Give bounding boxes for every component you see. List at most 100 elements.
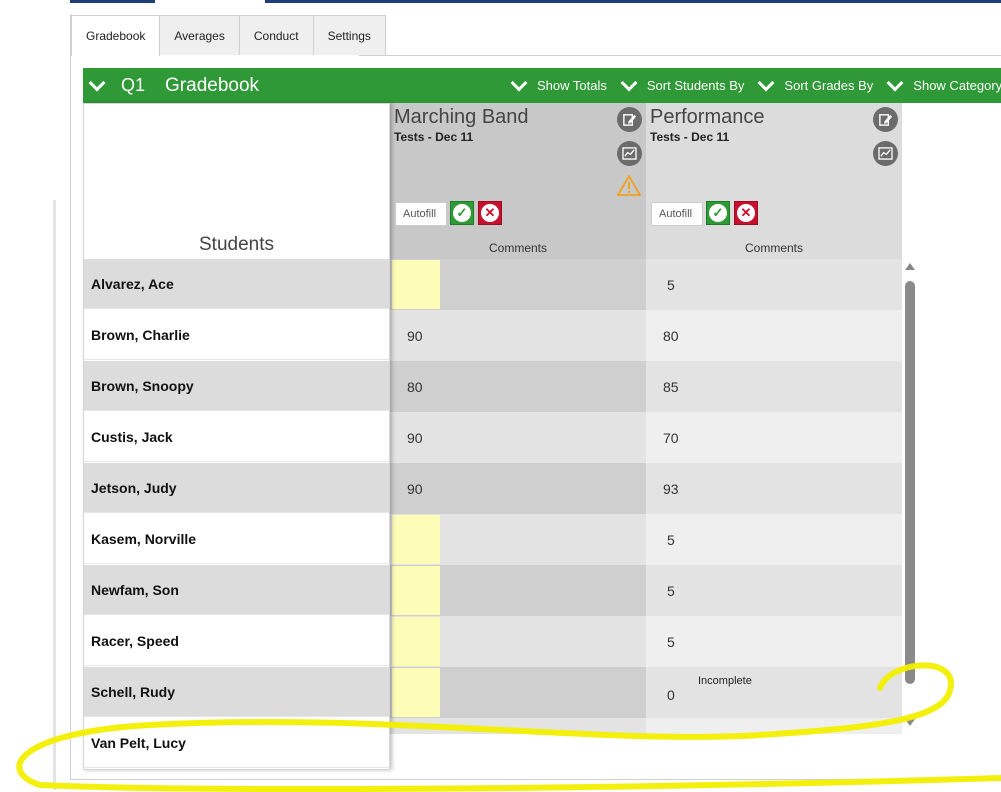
grade-row: 5: [646, 565, 902, 616]
student-row[interactable]: Brown, Snoopy: [84, 361, 389, 411]
comments-header: Comments: [744, 241, 803, 255]
panel-border-left: [70, 14, 71, 780]
students-column: Students Alvarez, Ace Brown, Charlie Bro…: [83, 103, 390, 770]
grade-cell[interactable]: 85: [663, 379, 679, 395]
assignment-subtitle: Tests - Dec 11: [394, 130, 474, 144]
tab-averages[interactable]: Averages: [159, 15, 240, 55]
empty-grade-cell[interactable]: [392, 260, 440, 309]
student-row[interactable]: Brown, Charlie: [84, 310, 389, 360]
grade-cell[interactable]: 93: [663, 481, 679, 497]
sort-grades-button[interactable]: Sort Grades By: [757, 74, 874, 93]
student-row[interactable]: Racer, Speed: [84, 616, 389, 666]
empty-grade-cell[interactable]: [392, 668, 440, 717]
assignment-column-performance: Performance Tests - Dec 11 Autofill ✓ ✕ …: [646, 103, 902, 734]
grade-cell[interactable]: 5: [667, 277, 675, 293]
empty-grade-cell[interactable]: [392, 515, 440, 564]
grade-cell[interactable]: 70: [663, 430, 679, 446]
student-row[interactable]: Van Pelt, Lucy: [84, 718, 389, 768]
student-row[interactable]: Custis, Jack: [84, 412, 389, 462]
students-header: Students: [84, 104, 389, 259]
close-icon: ✕: [481, 204, 499, 222]
grade-row-partial: [390, 718, 646, 734]
warning-icon[interactable]: [617, 174, 641, 196]
grade-cell[interactable]: 80: [407, 379, 423, 395]
grade-row: 70: [646, 412, 902, 463]
chart-icon[interactable]: [873, 141, 898, 166]
tab-gradebook[interactable]: Gradebook: [71, 15, 161, 56]
grade-row: [390, 667, 646, 718]
edit-assignment-icon[interactable]: [873, 107, 898, 132]
grade-row: 5: [646, 259, 902, 310]
scroll-down-arrow-icon[interactable]: [905, 719, 915, 726]
student-row[interactable]: Alvarez, Ace: [84, 259, 389, 309]
students-header-label[interactable]: Students: [84, 234, 389, 256]
grades-scrollbar[interactable]: [902, 259, 918, 731]
collapse-chevron-icon[interactable]: [88, 74, 106, 91]
grade-row: 80: [646, 310, 902, 361]
show-category-button[interactable]: Show Category: [886, 74, 1001, 93]
assignment-column-marching-band: Marching Band Tests - Dec 11 Autofill ✓ …: [390, 103, 646, 734]
autofill-input[interactable]: Autofill: [651, 202, 703, 226]
assignment-title[interactable]: Marching Band: [394, 106, 529, 129]
student-row[interactable]: Schell, Rudy: [84, 667, 389, 717]
chart-icon[interactable]: [617, 141, 642, 166]
top-tab-highlight: [155, 0, 265, 3]
grade-cell[interactable]: 90: [407, 430, 423, 446]
tab-settings[interactable]: Settings: [312, 15, 386, 55]
empty-grade-cell[interactable]: [392, 617, 440, 666]
panel-border-bottom: [70, 779, 1001, 780]
chevron-down-icon: [757, 74, 775, 91]
grade-cell[interactable]: 5: [667, 583, 675, 599]
grade-cell[interactable]: 5: [667, 634, 675, 650]
grade-row: 80: [390, 361, 646, 412]
page-gutter: [53, 200, 56, 790]
chevron-down-icon: [886, 74, 904, 91]
show-totals-button[interactable]: Show Totals: [510, 74, 607, 93]
student-row[interactable]: Kasem, Norville: [84, 514, 389, 564]
gradebook-title: Gradebook: [165, 74, 260, 96]
grade-row: [390, 514, 646, 565]
apply-autofill-button[interactable]: ✓: [706, 201, 730, 225]
assignment-header: Performance Tests - Dec 11 Autofill ✓ ✕ …: [646, 103, 902, 259]
tab-conduct[interactable]: Conduct: [238, 15, 314, 55]
apply-autofill-button[interactable]: ✓: [450, 201, 474, 225]
quarter-label: Q1: [121, 75, 146, 95]
grade-row: [390, 616, 646, 667]
student-row[interactable]: Jetson, Judy: [84, 463, 389, 513]
student-row[interactable]: Newfam, Son: [84, 565, 389, 615]
chevron-down-icon: [510, 74, 528, 91]
assignment-title[interactable]: Performance: [650, 106, 765, 129]
grade-row: 5: [646, 514, 902, 565]
close-icon: ✕: [737, 204, 755, 222]
grade-row: 93: [646, 463, 902, 514]
grade-row: 90: [390, 310, 646, 361]
grade-cell[interactable]: 80: [663, 328, 679, 344]
tab-bar: Gradebook Averages Conduct Settings: [71, 15, 386, 56]
chevron-down-icon: [620, 74, 638, 91]
show-category-label: Show Category: [913, 78, 1001, 93]
grade-row: 90: [390, 463, 646, 514]
sort-grades-label: Sort Grades By: [784, 78, 874, 93]
assignment-subtitle: Tests - Dec 11: [650, 130, 730, 144]
assignment-header: Marching Band Tests - Dec 11 Autofill ✓ …: [390, 103, 646, 259]
empty-grade-cell[interactable]: [392, 566, 440, 615]
grade-cell[interactable]: 90: [407, 328, 423, 344]
grade-cell[interactable]: 5: [667, 532, 675, 548]
edit-assignment-icon[interactable]: [617, 107, 642, 132]
sort-students-button[interactable]: Sort Students By: [620, 74, 744, 93]
autofill-input[interactable]: Autofill: [395, 202, 447, 226]
scroll-thumb[interactable]: [905, 281, 915, 684]
grade-cell[interactable]: 90: [407, 481, 423, 497]
clear-autofill-button[interactable]: ✕: [734, 201, 758, 225]
grade-row: [390, 565, 646, 616]
show-totals-label: Show Totals: [537, 78, 607, 93]
grade-cell[interactable]: 0: [667, 687, 675, 703]
tab-bar-rule: [359, 55, 1001, 56]
clear-autofill-button[interactable]: ✕: [478, 201, 502, 225]
grade-row: 5: [646, 616, 902, 667]
scroll-up-arrow-icon[interactable]: [905, 263, 915, 270]
check-icon: ✓: [453, 204, 471, 222]
gradebook-header-bar: Q1 Gradebook Show Totals Sort Students B…: [83, 68, 1001, 103]
grade-note: Incomplete: [698, 675, 752, 687]
grade-row-partial: [646, 718, 902, 734]
